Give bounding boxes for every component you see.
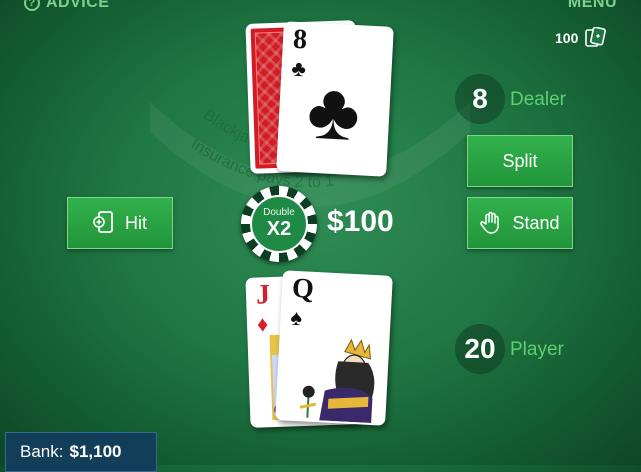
chip-sub-label: Double (263, 207, 295, 218)
player-score-badge: 20 (455, 324, 505, 374)
hit-label: Hit (125, 212, 147, 233)
stand-label: Stand (512, 212, 560, 233)
deck-counter: 100 (555, 27, 607, 49)
deck-count-value: 100 (555, 30, 579, 46)
player-card-queen-spades: Q ♠ (275, 270, 393, 426)
bet-amount: $100 (327, 205, 394, 238)
player-score: 20 (464, 333, 496, 364)
split-label: Split (502, 150, 538, 171)
hand-icon (480, 211, 500, 234)
hit-button[interactable]: Hit (67, 197, 173, 249)
menu-button[interactable]: MENU (568, 0, 617, 12)
queen-face-art (299, 338, 375, 424)
advice-label: ADVICE (46, 0, 110, 11)
double-chip-button[interactable]: Double X2 (241, 186, 317, 262)
dealer-score-badge: 8 (455, 74, 505, 124)
split-button[interactable]: Split (467, 135, 573, 187)
card-rank: 8 (292, 23, 308, 56)
card-rank: J (255, 279, 271, 311)
club-icon: ♣ (305, 65, 363, 158)
dealer-card-eight-clubs: 8 ♣ ♣ (276, 21, 394, 177)
question-icon: ? (24, 0, 40, 11)
card-rank: Q (291, 272, 315, 305)
card-suit-small: ♣ (290, 55, 307, 82)
chip-multiplier: X2 (266, 218, 292, 240)
bank-display: Bank: $1,100 (5, 432, 157, 472)
bank-value: $1,100 (69, 442, 122, 461)
player-label: Player (510, 339, 564, 360)
advice-button[interactable]: ? ADVICE (24, 0, 109, 12)
hit-card-icon (93, 211, 113, 233)
chip-center: Double X2 (250, 195, 308, 253)
dealer-label: Dealer (510, 89, 566, 110)
dealer-score: 8 (472, 83, 488, 114)
stand-button[interactable]: Stand (467, 197, 573, 249)
bank-label: Bank: (20, 442, 64, 461)
cards-icon (585, 27, 607, 47)
